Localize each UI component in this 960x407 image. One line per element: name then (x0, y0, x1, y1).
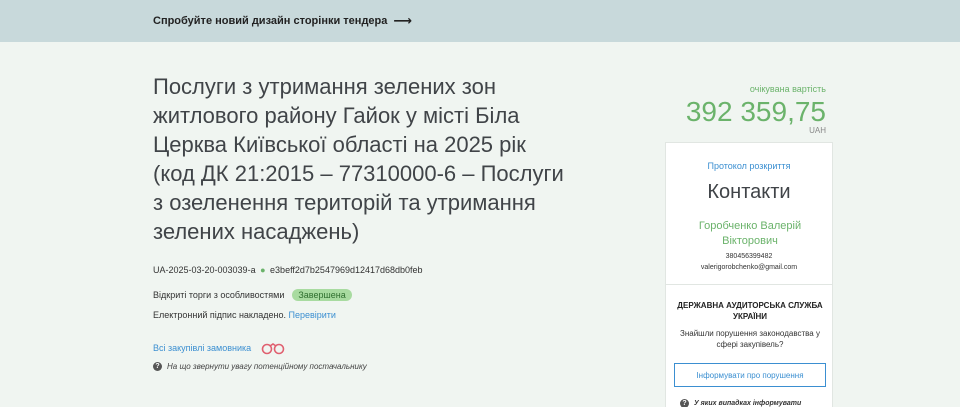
contacts-title: Контакти (707, 181, 791, 203)
attention-row[interactable]: ? На що звернути увагу потенційному пост… (153, 362, 367, 371)
opening-protocol-link[interactable]: Протокол розкриття (666, 161, 832, 171)
audit-agency-title: ДЕРЖАВНА АУДИТОРСЬКА СЛУЖБА УКРАЇНИ (677, 301, 823, 321)
contacts-card: Протокол розкриття Контакти Горобченко В… (665, 142, 833, 407)
when-to-report-row[interactable]: ? У яких випадках інформувати (680, 399, 801, 407)
question-icon: ? (153, 362, 162, 371)
procedure-row: Відкриті торги з особливостями Завершена (153, 289, 352, 301)
signature-text: Електронний підпис накладено. (153, 310, 286, 320)
attention-text: На що звернути увагу потенційному постач… (167, 362, 367, 371)
binoculars-icon[interactable] (261, 341, 285, 355)
expected-value-currency: UAH (809, 126, 826, 135)
tender-hash: e3beff2d7b2547969d12417d68db0feb (270, 265, 423, 275)
card-divider (666, 284, 832, 285)
contact-phone: 380456399482 (725, 253, 773, 260)
tender-title: Послуги з утримання зелених зон житловог… (153, 74, 564, 244)
expected-value-amount: 392 359,75 (685, 96, 826, 127)
top-banner: Спробуйте новий дизайн сторінки тендера … (0, 0, 960, 42)
tender-id: UA-2025-03-20-003039-a (153, 265, 256, 275)
verify-signature-link[interactable]: Перевірити (288, 310, 335, 320)
signature-row: Електронний підпис накладено. Перевірити (153, 310, 336, 320)
separator-dot-icon: ● (260, 265, 266, 275)
all-purchases-link[interactable]: Всі закупівлі замовника (153, 343, 251, 353)
status-badge: Завершена (292, 289, 352, 301)
report-violation-button[interactable]: Інформувати про порушення (674, 363, 826, 387)
violations-question: Знайшли порушення законодавства у сфері … (680, 329, 820, 349)
arrow-right-icon: ⟶ (393, 13, 413, 28)
question-icon: ? (680, 399, 689, 407)
when-to-report-text: У яких випадках інформувати (694, 400, 802, 407)
expected-value-label: очікувана вартість (749, 84, 826, 94)
new-design-link[interactable]: Спробуйте новий дизайн сторінки тендера … (153, 13, 412, 29)
contact-email: valerigorobchenko@gmail.com (700, 264, 798, 271)
new-design-link-text: Спробуйте новий дизайн сторінки тендера (153, 15, 388, 27)
contact-person-name: Горобченко Валерій Вікторович (698, 220, 802, 247)
tender-identifiers: UA-2025-03-20-003039-a ● e3beff2d7b25479… (153, 265, 423, 275)
all-purchases-row: Всі закупівлі замовника (153, 341, 285, 355)
procedure-type: Відкриті торги з особливостями (153, 290, 285, 300)
